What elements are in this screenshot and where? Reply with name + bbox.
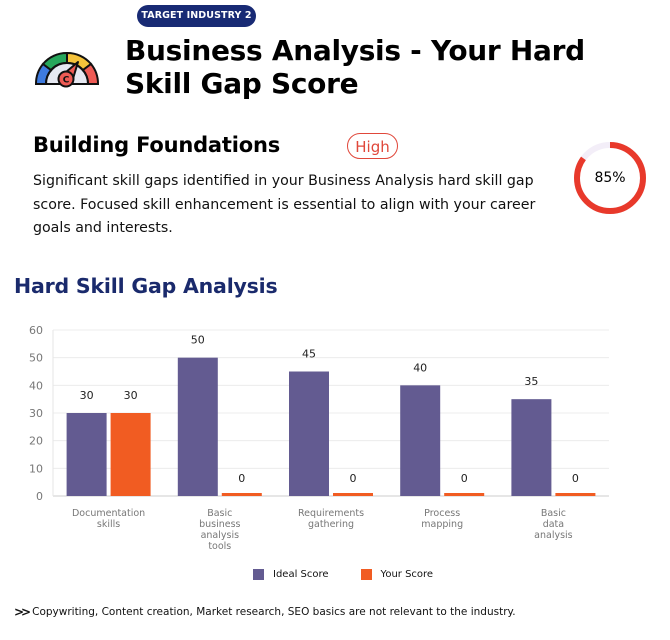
bar-data-label: 50 [191,334,205,347]
bar-ideal [511,399,552,496]
bar-ideal [289,371,329,496]
footnote-text: Copywriting, Content creation, Market re… [32,606,516,618]
bar-your [110,413,151,496]
bar-data-label: 45 [302,348,316,361]
score-percent-label: 85% [594,170,626,186]
x-tick-label: business [199,519,240,530]
section-title: Hard Skill Gap Analysis [14,274,278,298]
legend-item-ideal[interactable]: Ideal Score [253,569,329,580]
x-tick-label: analysis [534,530,573,541]
gap-level-badge: High [347,133,398,159]
y-tick-label: 10 [29,462,43,475]
bar-ideal [66,413,107,496]
x-tick-label: tools [208,541,231,552]
x-tick-label: Basic [541,508,566,519]
y-tick-label: 30 [29,407,43,420]
page-title: Business Analysis - Your Hard Skill Gap … [125,34,585,100]
legend-swatch-your [360,569,372,580]
y-tick-label: 40 [29,379,43,392]
legend-swatch-ideal [253,569,264,580]
bar-your [333,493,373,496]
bar-data-label: 0 [238,472,245,485]
y-tick-label: 20 [29,435,43,448]
legend-item-your[interactable]: Your Score [360,569,434,580]
x-tick-label: Documentation [72,508,145,519]
bar-data-label: 35 [524,375,538,388]
bar-data-label: 30 [80,389,94,402]
hard-skill-bar-chart: 0 10 20 30 40 50 60 30 30 Documentationskills 50 0 B… [29,324,609,552]
speedometer-gauge-icon: C [34,51,100,88]
legend-label-ideal: Ideal Score [273,569,329,580]
bar-data-label: 30 [124,389,138,402]
summary-description: Significant skill gaps identified in you… [33,173,536,236]
double-chevron-right-icon: >> [14,605,31,619]
x-tick-label: Process [424,508,460,519]
bar-ideal [400,385,441,496]
x-tick-label: Requirements [298,508,364,519]
x-tick-label: skills [97,519,120,530]
footnote: >> Copywriting, Content creation, Market… [14,605,516,619]
svg-text:C: C [63,76,70,86]
x-tick-label: data [543,519,564,530]
bar-your [221,493,262,496]
bar-data-label: 0 [461,472,468,485]
x-tick-label: mapping [421,519,463,530]
bar-your [555,493,596,496]
x-tick-label: Basic [207,508,232,519]
bar-data-label: 0 [572,472,579,485]
bar-data-label: 0 [350,472,357,485]
chart-legend: Ideal Score Your Score [253,569,465,580]
x-tick-label: gathering [308,519,354,530]
level-title: Building Foundations [33,133,281,157]
legend-label-your: Your Score [380,569,434,580]
y-tick-label: 50 [29,352,43,365]
bar-ideal [177,357,218,496]
y-tick-label: 0 [36,490,43,503]
bar-your [444,493,485,496]
x-tick-label: analysis [201,530,240,541]
target-industry-badge: TARGET INDUSTRY 2 [137,5,256,27]
y-tick-label: 60 [29,324,43,337]
bar-data-label: 40 [413,361,427,374]
